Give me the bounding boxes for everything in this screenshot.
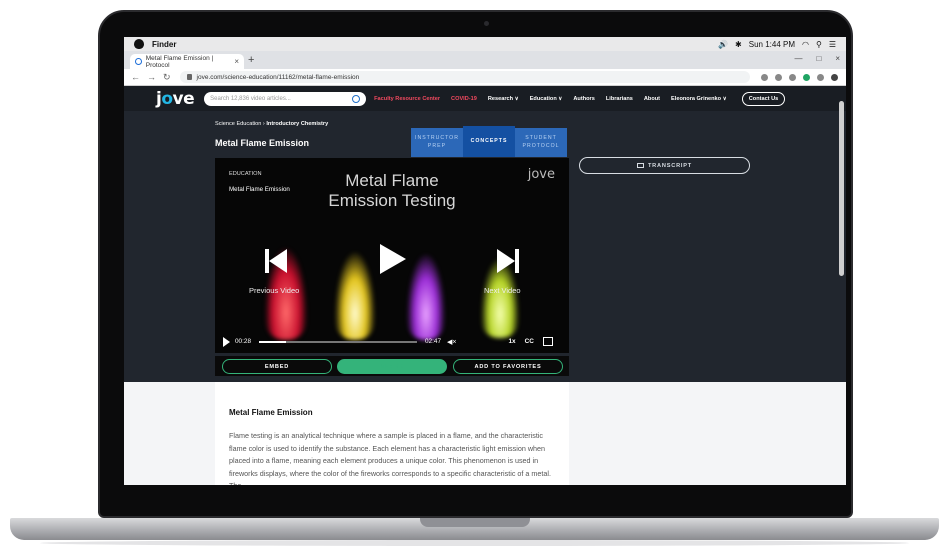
logo-o: o bbox=[161, 88, 173, 109]
video-action-bar: EMBED SHARE ADD TO FAVORITES bbox=[215, 356, 569, 376]
forward-icon[interactable]: → bbox=[147, 72, 156, 82]
profile-avatar[interactable] bbox=[831, 73, 838, 81]
close-window-button[interactable]: × bbox=[835, 54, 840, 63]
article-body: Flame testing is an analytical technique… bbox=[229, 431, 551, 485]
progress-fill bbox=[259, 340, 286, 343]
site-navbar: jove Search 12,836 video articles... Fac… bbox=[124, 86, 846, 111]
screen: Finder 🔊 ✱ Sun 1:44 PM ◠ ⚲ ☰ Metal Flame… bbox=[124, 37, 846, 485]
nav-librarians[interactable]: Librarians bbox=[606, 96, 633, 102]
menubar-app-name[interactable]: Finder bbox=[152, 40, 176, 49]
search-input[interactable]: Search 12,836 video articles... bbox=[204, 91, 367, 106]
lock-icon bbox=[186, 74, 192, 80]
nav-user-menu[interactable]: Eleonora Grinenko ∨ bbox=[671, 96, 727, 102]
next-video-label[interactable]: Next Video bbox=[484, 286, 521, 295]
play-icon[interactable] bbox=[380, 244, 406, 274]
nav-links: Faculty Resource Center COVID-19 Researc… bbox=[374, 91, 796, 106]
reload-icon[interactable]: ↻ bbox=[163, 72, 171, 83]
transcript-button[interactable]: TRANSCRIPT bbox=[579, 157, 750, 174]
next-video-icon[interactable] bbox=[497, 248, 519, 274]
apple-icon[interactable] bbox=[134, 39, 144, 49]
star-icon[interactable] bbox=[775, 73, 782, 81]
minimize-button[interactable]: — bbox=[794, 54, 802, 63]
video-title-line-1: Metal Flame bbox=[345, 171, 439, 190]
purple-flame bbox=[407, 254, 445, 340]
volume-icon[interactable]: 🔊 bbox=[718, 40, 728, 49]
nav-faculty[interactable]: Faculty Resource Center bbox=[374, 96, 440, 102]
captions-button[interactable]: CC bbox=[525, 338, 534, 345]
progress-bar[interactable] bbox=[259, 340, 417, 343]
breadcrumb-introductory-chemistry[interactable]: Introductory Chemistry bbox=[266, 121, 328, 127]
back-icon[interactable]: ← bbox=[131, 72, 140, 82]
wifi-icon[interactable]: ◠ bbox=[802, 40, 809, 49]
window-controls: — □ × bbox=[794, 54, 840, 63]
new-tab-button[interactable]: + bbox=[248, 54, 254, 66]
extensions-area bbox=[761, 73, 838, 81]
browser-tab[interactable]: Metal Flame Emission | Protocol × bbox=[130, 54, 244, 69]
extension-icon[interactable] bbox=[789, 73, 796, 81]
mac-menubar: Finder 🔊 ✱ Sun 1:44 PM ◠ ⚲ ☰ bbox=[124, 37, 846, 51]
article-heading: Metal Flame Emission bbox=[229, 408, 313, 417]
spotlight-icon[interactable]: ⚲ bbox=[816, 40, 822, 49]
laptop-notch bbox=[420, 518, 530, 527]
logo-ve: ve bbox=[172, 88, 195, 109]
jove-favicon-icon bbox=[135, 58, 142, 65]
browser-tabbar: Metal Flame Emission | Protocol × + — □ … bbox=[124, 51, 846, 69]
control-center-icon[interactable]: ☰ bbox=[829, 40, 836, 49]
jove-logo[interactable]: jove bbox=[156, 88, 195, 109]
page-scrollbar[interactable] bbox=[839, 101, 844, 276]
menubar-clock[interactable]: Sun 1:44 PM bbox=[749, 40, 795, 49]
page-title: Metal Flame Emission bbox=[215, 138, 310, 148]
nav-about[interactable]: About bbox=[644, 96, 660, 102]
fullscreen-icon[interactable] bbox=[542, 337, 553, 346]
previous-video-icon[interactable] bbox=[265, 248, 287, 274]
tab-close-icon[interactable]: × bbox=[234, 57, 239, 66]
play-pause-icon[interactable] bbox=[223, 336, 230, 347]
breadcrumb: Science Education › Introductory Chemist… bbox=[215, 121, 328, 127]
key-icon[interactable] bbox=[761, 73, 768, 81]
breadcrumb-separator: › bbox=[262, 121, 265, 127]
bluetooth-icon[interactable]: ✱ bbox=[735, 40, 742, 49]
tab-instructor-prep[interactable]: INSTRUCTOR PREP bbox=[411, 128, 463, 157]
nav-education[interactable]: Education ∨ bbox=[530, 96, 563, 102]
laptop-photo: Finder 🔊 ✱ Sun 1:44 PM ◠ ⚲ ☰ Metal Flame… bbox=[0, 0, 949, 550]
address-bar[interactable]: jove.com/science-education/11162/metal-f… bbox=[179, 71, 750, 83]
transcript-icon bbox=[636, 163, 644, 168]
tab-title: Metal Flame Emission | Protocol bbox=[145, 54, 214, 69]
video-title-line-2: Emission Testing bbox=[328, 191, 456, 211]
laptop-shadow bbox=[40, 540, 909, 546]
playback-rate-button[interactable]: 1x bbox=[508, 338, 515, 345]
maximize-button[interactable]: □ bbox=[816, 54, 821, 63]
video-title: Metal Flame Emission Testing bbox=[215, 171, 569, 212]
previous-video-label[interactable]: Previous Video bbox=[249, 286, 299, 295]
tab-student-protocol[interactable]: STUDENT PROTOCOL bbox=[515, 128, 567, 157]
add-to-favorites-button[interactable]: ADD TO FAVORITES bbox=[453, 359, 563, 374]
browser-toolbar: ← → ↻ jove.com/science-education/11162/m… bbox=[124, 69, 846, 86]
menubar-status: 🔊 ✱ Sun 1:44 PM ◠ ⚲ ☰ bbox=[718, 40, 836, 49]
url-text: jove.com/science-education/11162/metal-f… bbox=[196, 73, 360, 81]
nav-authors[interactable]: Authors bbox=[573, 96, 594, 102]
webcam bbox=[484, 21, 489, 26]
yellow-flame bbox=[335, 252, 375, 340]
video-player[interactable]: EDUCATION Metal Flame Emission jove Meta… bbox=[215, 158, 569, 353]
nav-research[interactable]: Research ∨ bbox=[488, 96, 519, 102]
green-extension-icon[interactable] bbox=[803, 73, 810, 81]
time-total: 02:47 bbox=[425, 338, 441, 345]
nav-covid[interactable]: COVID-19 bbox=[451, 96, 477, 102]
tab-concepts[interactable]: CONCEPTS bbox=[463, 126, 515, 157]
embed-button[interactable]: EMBED bbox=[222, 359, 332, 374]
breadcrumb-science-education[interactable]: Science Education bbox=[215, 121, 261, 127]
search-icon[interactable] bbox=[352, 94, 361, 103]
mute-icon[interactable]: ◀× bbox=[447, 338, 456, 346]
video-controls: 00:28 02:47 ◀× 1x CC bbox=[215, 330, 569, 353]
content-tabs: INSTRUCTOR PREP CONCEPTS STUDENT PROTOCO… bbox=[411, 126, 567, 157]
contact-us-button[interactable]: Contact Us bbox=[741, 91, 786, 106]
jove-page: jove Search 12,836 video articles... Fac… bbox=[124, 86, 846, 485]
article-section: Metal Flame Emission Flame testing is an… bbox=[215, 382, 569, 485]
puzzle-icon[interactable] bbox=[817, 73, 824, 81]
time-current: 00:28 bbox=[235, 338, 251, 345]
transcript-label: TRANSCRIPT bbox=[647, 162, 693, 169]
share-button[interactable]: SHARE bbox=[337, 359, 447, 374]
search-placeholder: Search 12,836 video articles... bbox=[210, 95, 291, 102]
